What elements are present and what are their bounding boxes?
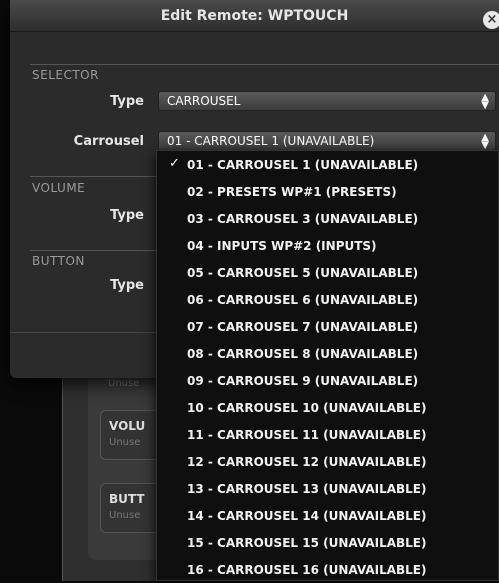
dropdown-option[interactable]: 06 - CARROUSEL 6 (UNAVAILABLE) bbox=[157, 286, 498, 313]
dropdown-option-label: 01 - CARROUSEL 1 (UNAVAILABLE) bbox=[187, 157, 419, 172]
dropdown-option[interactable]: 12 - CARROUSEL 12 (UNAVAILABLE) bbox=[157, 448, 498, 475]
dropdown-option[interactable]: 13 - CARROUSEL 13 (UNAVAILABLE) bbox=[157, 475, 498, 502]
dropdown-option[interactable]: ✓ 01 - CARROUSEL 1 (UNAVAILABLE) bbox=[157, 151, 498, 178]
dropdown-option[interactable]: 03 - CARROUSEL 3 (UNAVAILABLE) bbox=[157, 205, 498, 232]
dropdown-option-label: 09 - CARROUSEL 9 (UNAVAILABLE) bbox=[187, 373, 419, 388]
carrousel-label: Carrousel bbox=[73, 134, 144, 149]
dropdown-option-label: 05 - CARROUSEL 5 (UNAVAILABLE) bbox=[187, 265, 419, 280]
dropdown-option[interactable]: 04 - INPUTS WP#2 (INPUTS) bbox=[157, 232, 498, 259]
select-arrows-icon: ▲ ▼ bbox=[481, 92, 489, 111]
selector-type-value: CARROUSEL bbox=[167, 94, 241, 108]
dropdown-option-label: 08 - CARROUSEL 8 (UNAVAILABLE) bbox=[187, 346, 419, 361]
dropdown-option-label: 11 - CARROUSEL 11 (UNAVAILABLE) bbox=[187, 427, 427, 442]
dropdown-option-label: 13 - CARROUSEL 13 (UNAVAILABLE) bbox=[187, 481, 427, 496]
background-button-title: BUTT bbox=[109, 492, 145, 506]
dropdown-option-label: 10 - CARROUSEL 10 (UNAVAILABLE) bbox=[187, 400, 427, 415]
volume-section-label: VOLUME bbox=[32, 181, 86, 195]
background-volume-subtitle: Unuse bbox=[109, 437, 141, 448]
dropdown-option-label: 14 - CARROUSEL 14 (UNAVAILABLE) bbox=[187, 508, 427, 523]
checkmark-icon: ✓ bbox=[169, 156, 180, 171]
dropdown-option[interactable]: 08 - CARROUSEL 8 (UNAVAILABLE) bbox=[157, 340, 498, 367]
dialog-title: Edit Remote: WPTOUCH bbox=[160, 8, 349, 24]
dropdown-option-label: 12 - CARROUSEL 12 (UNAVAILABLE) bbox=[187, 454, 427, 469]
select-arrows-icon: ▲ ▼ bbox=[481, 132, 489, 151]
dropdown-option[interactable]: 07 - CARROUSEL 7 (UNAVAILABLE) bbox=[157, 313, 498, 340]
selector-divider bbox=[30, 64, 499, 65]
dropdown-option-label: 04 - INPUTS WP#2 (INPUTS) bbox=[187, 238, 377, 253]
dropdown-items: ✓ 01 - CARROUSEL 1 (UNAVAILABLE) 02 - PRES… bbox=[157, 151, 498, 583]
button-type-label: Type bbox=[110, 278, 144, 293]
carrousel-select[interactable]: 01 - CARROUSEL 1 (UNAVAILABLE) ▲ ▼ bbox=[158, 131, 496, 151]
dropdown-option[interactable]: 05 - CARROUSEL 5 (UNAVAILABLE) bbox=[157, 259, 498, 286]
dropdown-option[interactable]: 02 - PRESETS WP#1 (PRESETS) bbox=[157, 178, 498, 205]
dropdown-option[interactable]: 09 - CARROUSEL 9 (UNAVAILABLE) bbox=[157, 367, 498, 394]
selector-type-label: Type bbox=[110, 94, 144, 109]
dropdown-option-label: 03 - CARROUSEL 3 (UNAVAILABLE) bbox=[187, 211, 419, 226]
background-volume-section[interactable]: VOLU Unuse bbox=[100, 410, 160, 460]
selector-type-select[interactable]: CARROUSEL ▲ ▼ bbox=[158, 91, 496, 111]
dialog-titlebar[interactable]: Edit Remote: WPTOUCH × bbox=[10, 0, 499, 32]
dropdown-option[interactable]: 15 - CARROUSEL 15 (UNAVAILABLE) bbox=[157, 529, 498, 556]
dropdown-option-label: 06 - CARROUSEL 6 (UNAVAILABLE) bbox=[187, 292, 419, 307]
selector-section-label: SELECTOR bbox=[32, 68, 99, 82]
volume-type-label: Type bbox=[110, 208, 144, 223]
button-section-label: BUTTON bbox=[32, 254, 85, 268]
dropdown-option[interactable]: 10 - CARROUSEL 10 (UNAVAILABLE) bbox=[157, 394, 498, 421]
background-button-subtitle: Unuse bbox=[109, 510, 141, 521]
dropdown-option-label: 16 - CARROUSEL 16 (UNAVAILABLE) bbox=[187, 562, 427, 577]
background-unused-text: Unuse bbox=[108, 378, 140, 389]
carrousel-value: 01 - CARROUSEL 1 (UNAVAILABLE) bbox=[167, 134, 375, 148]
background-button-section[interactable]: BUTT Unuse bbox=[100, 483, 160, 533]
dropdown-option[interactable]: 14 - CARROUSEL 14 (UNAVAILABLE) bbox=[157, 502, 498, 529]
dropdown-option-label: 02 - PRESETS WP#1 (PRESETS) bbox=[187, 184, 397, 199]
dropdown-option-label: 15 - CARROUSEL 15 (UNAVAILABLE) bbox=[187, 535, 427, 550]
dropdown-option[interactable]: 11 - CARROUSEL 11 (UNAVAILABLE) bbox=[157, 421, 498, 448]
dropdown-option[interactable]: 16 - CARROUSEL 16 (UNAVAILABLE) bbox=[157, 556, 498, 583]
background-volume-title: VOLU bbox=[109, 419, 146, 433]
dropdown-option-label: 07 - CARROUSEL 7 (UNAVAILABLE) bbox=[187, 319, 419, 334]
close-icon[interactable]: × bbox=[483, 11, 499, 29]
carrousel-dropdown-list: ✓ 01 - CARROUSEL 1 (UNAVAILABLE) 02 - PRES… bbox=[156, 150, 499, 581]
